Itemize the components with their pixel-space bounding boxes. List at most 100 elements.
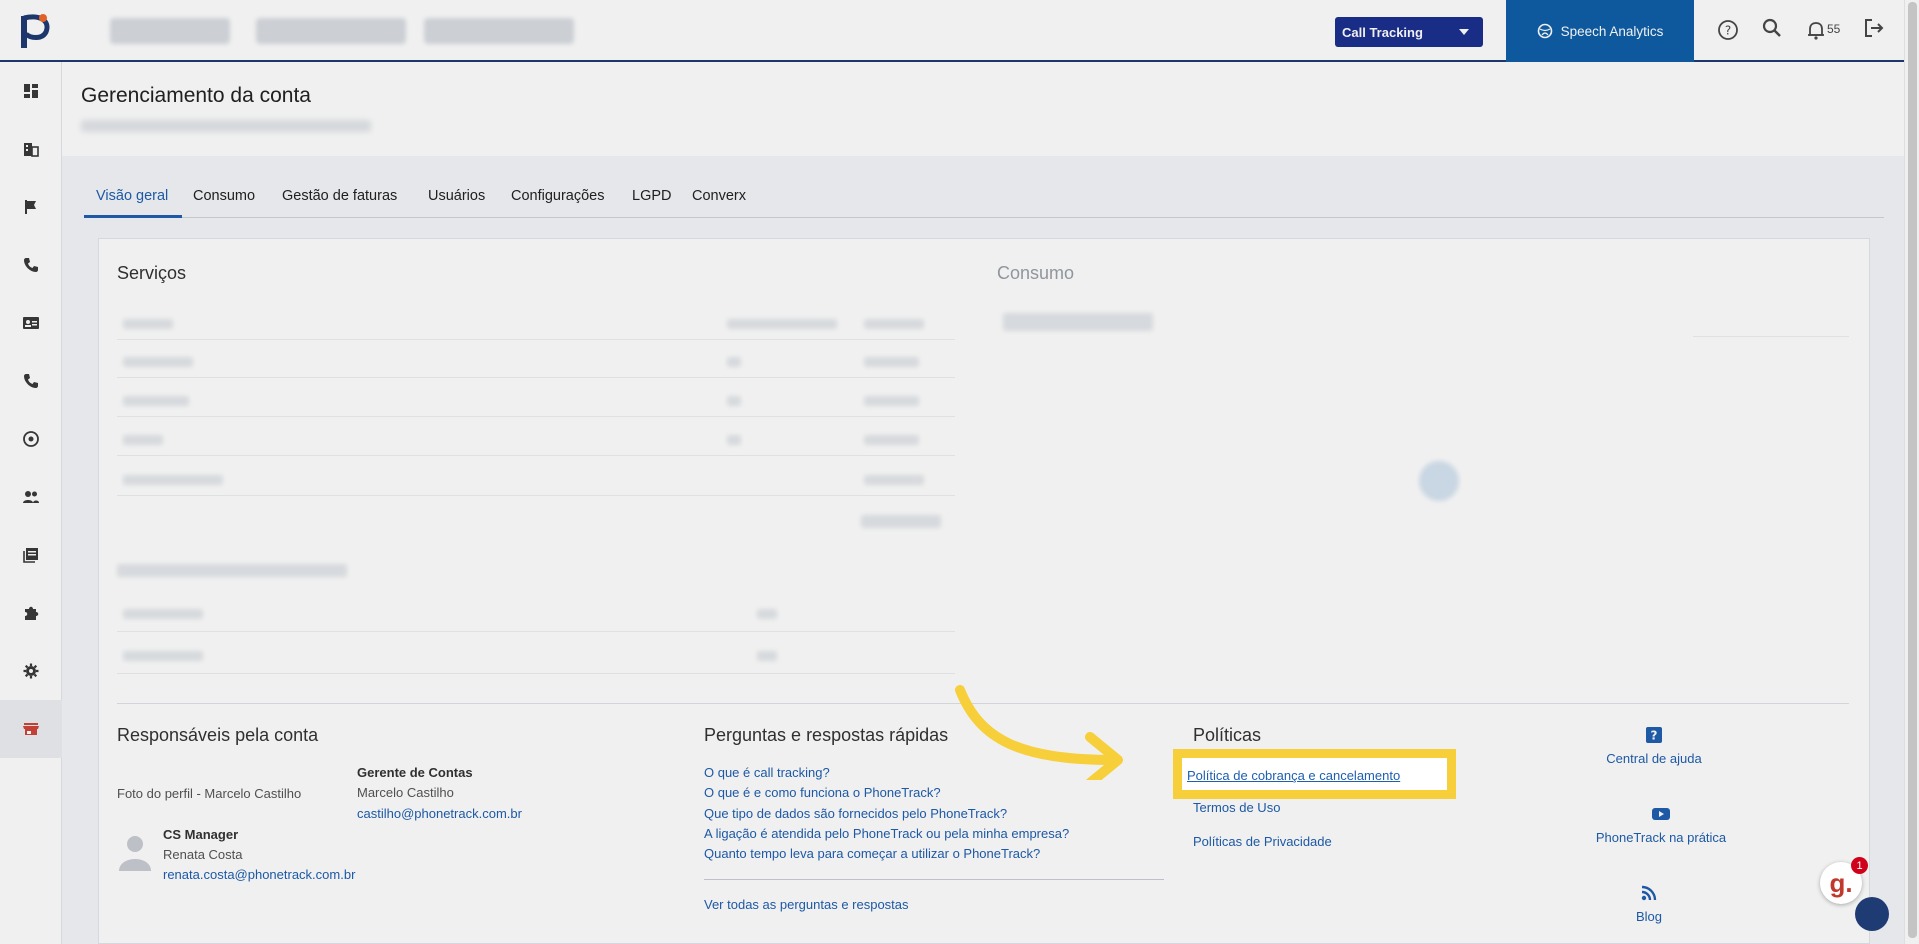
phonetrack-logo[interactable] [18, 10, 52, 50]
faq-link[interactable]: O que é e como funciona o PhoneTrack? [704, 785, 941, 800]
blurred-table-header [123, 319, 173, 329]
sidebar-item-calls[interactable] [0, 236, 62, 294]
store-icon [23, 723, 39, 735]
speech-analytics-button[interactable]: Speech Analytics [1506, 0, 1694, 62]
product-select[interactable]: Call Tracking [1335, 17, 1483, 47]
svg-text:?: ? [1651, 729, 1658, 743]
consumption-divider [1693, 336, 1849, 337]
g-widget-count: 1 [1851, 857, 1868, 874]
table-divider [117, 495, 955, 496]
tab-converx[interactable]: Converx [692, 188, 746, 204]
account-owners-title: Responsáveis pela conta [117, 725, 319, 745]
help-center-link[interactable]: ? Central de ajuda [1594, 725, 1714, 766]
scrollbar-thumb[interactable] [1908, 2, 1917, 938]
overview-card: Serviços Consumo Responsáveis pela conta… [98, 238, 1870, 944]
highlight-box: Política de cobrança e cancelamento [1173, 749, 1456, 799]
phonetrack-practice-link[interactable]: PhoneTrack na prática [1584, 804, 1738, 845]
tab-settings[interactable]: Configurações [511, 188, 605, 204]
gauge-icon [23, 431, 39, 447]
faq-divider [704, 879, 1164, 880]
cs-role: CS Manager [163, 827, 239, 842]
faq-link[interactable]: A ligação é atendida pelo PhoneTrack ou … [704, 826, 1069, 841]
blurred-breadcrumb [81, 120, 371, 132]
cs-name: Renata Costa [163, 847, 243, 862]
help-icon[interactable]: ? [1716, 18, 1740, 42]
blurred-table-row [727, 396, 741, 406]
svg-text:?: ? [1725, 24, 1731, 38]
blurred-table-row [864, 435, 919, 445]
vertical-scrollbar[interactable] [1904, 0, 1919, 944]
table-divider [117, 339, 955, 340]
bell-icon[interactable] [1804, 18, 1828, 42]
sidebar-item-reports[interactable] [0, 526, 62, 584]
blurred-date-filter[interactable] [1003, 313, 1153, 331]
sidebar-item-account[interactable] [0, 700, 62, 758]
pointer-arrow-icon [955, 685, 1123, 780]
policies-title: Políticas [1193, 725, 1262, 745]
privacy-policy-link[interactable]: Políticas de Privacidade [1193, 834, 1332, 849]
blurred-table-row [864, 475, 924, 485]
sidebar-item-company[interactable] [0, 120, 62, 178]
puzzle-icon [25, 606, 39, 620]
table-divider [117, 673, 955, 674]
table-divider [117, 455, 955, 456]
blurred-table-row [864, 357, 919, 367]
blurred-table-row [727, 357, 741, 367]
sidebar-item-telephony[interactable] [0, 352, 62, 410]
tab-bar: Visão geral Consumo Gestão de faturas Us… [84, 176, 1884, 218]
table-divider [117, 416, 955, 417]
blurred-table-row [757, 609, 777, 619]
youtube-icon [1652, 808, 1670, 820]
blurred-table-row [123, 651, 203, 661]
blurred-table-row [123, 475, 223, 485]
users-icon [23, 491, 39, 503]
sidebar-item-campaigns[interactable] [0, 178, 62, 236]
rss-icon [1641, 885, 1657, 901]
terms-of-use-link[interactable]: Termos de Uso [1193, 800, 1280, 815]
blurred-menu-1[interactable] [110, 18, 230, 44]
sidebar-item-analytics[interactable] [0, 410, 62, 468]
faq-link[interactable]: Que tipo de dados são fornecidos pelo Ph… [704, 806, 1007, 821]
faq-link[interactable]: O que é call tracking? [704, 765, 830, 780]
manager-email-link[interactable]: castilho@phonetrack.com.br [357, 806, 522, 821]
sidebar-item-dashboard[interactable] [0, 62, 62, 120]
blurred-table-row [123, 396, 189, 406]
blurred-table-row [123, 435, 163, 445]
library-icon [23, 548, 38, 563]
sidebar-item-users[interactable] [0, 468, 62, 526]
help-center-label: Central de ajuda [1606, 751, 1702, 766]
phonetrack-practice-label: PhoneTrack na prática [1595, 830, 1727, 845]
blurred-table-row [757, 651, 777, 661]
speech-analytics-icon [1537, 23, 1552, 39]
logout-icon[interactable] [1862, 16, 1886, 40]
blurred-menu-3[interactable] [424, 18, 574, 44]
tab-overview[interactable]: Visão geral [96, 188, 168, 204]
sidebar-item-contacts[interactable] [0, 294, 62, 352]
manager-name: Marcelo Castilho [357, 785, 454, 800]
search-icon[interactable] [1760, 16, 1784, 40]
blurred-subsection-title [117, 564, 347, 577]
see-all-faq-link[interactable]: Ver todas as perguntas e respostas [704, 897, 909, 912]
help-book-icon: ? [1646, 727, 1662, 743]
sidebar-item-settings[interactable] [0, 642, 62, 700]
tab-consumption[interactable]: Consumo [193, 188, 255, 204]
faq-title: Perguntas e respostas rápidas [704, 725, 949, 745]
blurred-table-total [861, 515, 941, 528]
chevron-down-icon [1459, 29, 1469, 35]
tab-users[interactable]: Usuários [428, 188, 485, 204]
tab-invoices[interactable]: Gestão de faturas [282, 188, 397, 204]
sidebar-item-integrations[interactable] [0, 584, 62, 642]
blog-link[interactable]: Blog [1619, 883, 1679, 924]
sidebar [0, 62, 62, 944]
building-icon [24, 143, 39, 157]
blurred-menu-2[interactable] [256, 18, 406, 44]
billing-policy-link[interactable]: Política de cobrança e cancelamento [1187, 768, 1400, 783]
faq-link[interactable]: Quanto tempo leva para começar a utiliza… [704, 846, 1040, 861]
blurred-table-header [727, 319, 837, 329]
chat-widget-icon[interactable] [1855, 897, 1889, 931]
tab-lgpd[interactable]: LGPD [632, 188, 672, 204]
manager-role: Gerente de Contas [357, 765, 473, 780]
dashboard-icon [24, 84, 38, 98]
cs-email-link[interactable]: renata.costa@phonetrack.com.br [163, 867, 355, 882]
speech-analytics-label: Speech Analytics [1560, 23, 1664, 39]
